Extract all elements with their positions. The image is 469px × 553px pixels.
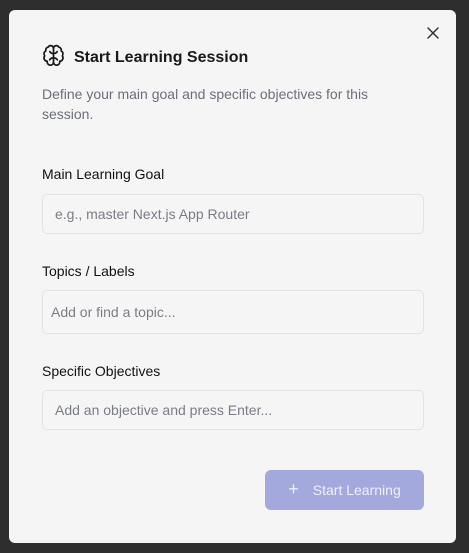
- main-goal-input[interactable]: [42, 194, 424, 234]
- close-icon: [427, 26, 439, 44]
- close-button[interactable]: [424, 26, 442, 44]
- brain-icon: [42, 44, 65, 72]
- start-learning-label: Start Learning: [312, 482, 401, 498]
- objective-input[interactable]: [42, 390, 424, 430]
- objectives-label: Specific Objectives: [42, 363, 161, 379]
- topics-label: Topics / Labels: [42, 263, 135, 279]
- plus-icon: +: [288, 479, 299, 499]
- dialog-title: Start Learning Session: [74, 49, 249, 66]
- start-learning-button[interactable]: + Start Learning: [265, 470, 424, 510]
- main-goal-label: Main Learning Goal: [42, 166, 165, 182]
- start-learning-dialog: Start Learning Session Define your main …: [9, 10, 456, 543]
- dialog-description: Define your main goal and specific objec…: [42, 86, 369, 122]
- topic-search-input[interactable]: [42, 290, 424, 334]
- dialog-header: Start Learning Session: [42, 44, 248, 72]
